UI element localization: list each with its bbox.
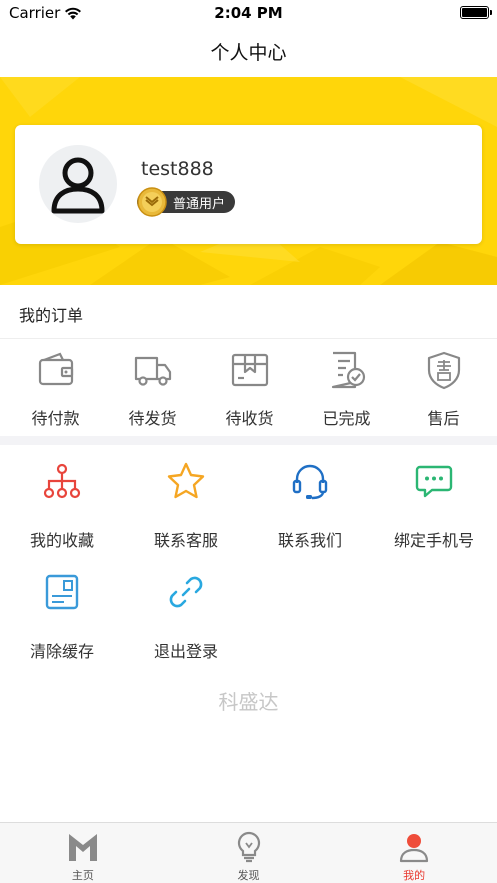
member-badge: 普通用户 bbox=[137, 187, 236, 217]
completed-document-icon bbox=[331, 351, 365, 389]
service-label: 联系我们 bbox=[277, 531, 342, 550]
after-sales-shield-icon bbox=[427, 351, 460, 390]
star-icon bbox=[167, 462, 205, 499]
profile-header: test888 普通用户 bbox=[0, 77, 497, 285]
navigation-bar: 个人中心 bbox=[0, 26, 497, 77]
contact-us-button[interactable]: 联系我们 bbox=[248, 461, 372, 561]
service-label: 退出登录 bbox=[153, 642, 218, 661]
tab-label: 发现 bbox=[237, 869, 260, 882]
tab-mine[interactable]: 我的 bbox=[331, 823, 497, 883]
network-icon bbox=[43, 463, 81, 499]
battery-icon bbox=[460, 6, 492, 19]
service-label: 我的收藏 bbox=[29, 531, 94, 550]
clear-cache-button[interactable]: 清除缓存 bbox=[0, 572, 124, 672]
profile-icon bbox=[400, 834, 429, 863]
order-label: 待收货 bbox=[225, 409, 274, 428]
logout-button[interactable]: 退出登录 bbox=[124, 572, 248, 672]
order-pending-shipment[interactable]: 待发货 bbox=[104, 340, 201, 436]
brand-footer: 科盛达 bbox=[218, 690, 279, 714]
order-status-row: 待付款 待发货 待收货 已完成 售后 bbox=[0, 340, 497, 436]
order-after-sales[interactable]: 售后 bbox=[395, 340, 492, 436]
chat-bubble-icon bbox=[415, 465, 453, 498]
order-label: 售后 bbox=[427, 409, 460, 428]
tab-home[interactable]: 主页 bbox=[0, 823, 166, 883]
customer-service-button[interactable]: 联系客服 bbox=[124, 461, 248, 561]
order-pending-receipt[interactable]: 待收货 bbox=[201, 340, 298, 436]
service-label: 绑定手机号 bbox=[393, 531, 474, 550]
orders-title: 我的订单 bbox=[19, 306, 84, 325]
page-title: 个人中心 bbox=[210, 42, 287, 64]
user-avatar-icon bbox=[51, 157, 105, 214]
avatar[interactable] bbox=[39, 145, 117, 223]
tab-discover[interactable]: 发现 bbox=[166, 823, 332, 883]
tab-label: 主页 bbox=[71, 869, 94, 882]
status-bar: Carrier 2:04 PM bbox=[0, 0, 497, 26]
favorites-button[interactable]: 我的收藏 bbox=[0, 461, 124, 561]
profile-card[interactable]: test888 普通用户 bbox=[15, 125, 482, 244]
card-icon bbox=[45, 574, 79, 610]
order-pending-payment[interactable]: 待付款 bbox=[7, 340, 104, 436]
orders-section-header[interactable]: 我的订单 bbox=[0, 285, 497, 339]
order-label: 已完成 bbox=[322, 409, 371, 428]
carrier-label: Carrier bbox=[9, 4, 61, 22]
service-label: 联系客服 bbox=[153, 531, 218, 550]
wifi-icon bbox=[65, 7, 82, 19]
m-logo-icon bbox=[68, 834, 97, 861]
section-divider bbox=[0, 436, 497, 445]
wallet-icon bbox=[38, 352, 73, 386]
order-label: 待付款 bbox=[31, 409, 80, 428]
headset-icon bbox=[292, 464, 328, 500]
username: test888 bbox=[141, 158, 214, 180]
coin-medal-icon bbox=[137, 187, 167, 217]
lightbulb-icon bbox=[237, 831, 260, 863]
package-icon bbox=[231, 353, 268, 387]
tab-label: 我的 bbox=[403, 869, 426, 882]
bind-phone-button[interactable]: 绑定手机号 bbox=[372, 461, 496, 561]
service-label: 清除缓存 bbox=[29, 642, 94, 661]
link-icon bbox=[169, 576, 203, 608]
tab-bar: 主页 发现 我的 bbox=[0, 822, 497, 883]
carrier: Carrier bbox=[9, 4, 82, 22]
order-label: 待发货 bbox=[128, 409, 177, 428]
truck-icon bbox=[134, 356, 171, 386]
order-completed[interactable]: 已完成 bbox=[298, 340, 395, 436]
